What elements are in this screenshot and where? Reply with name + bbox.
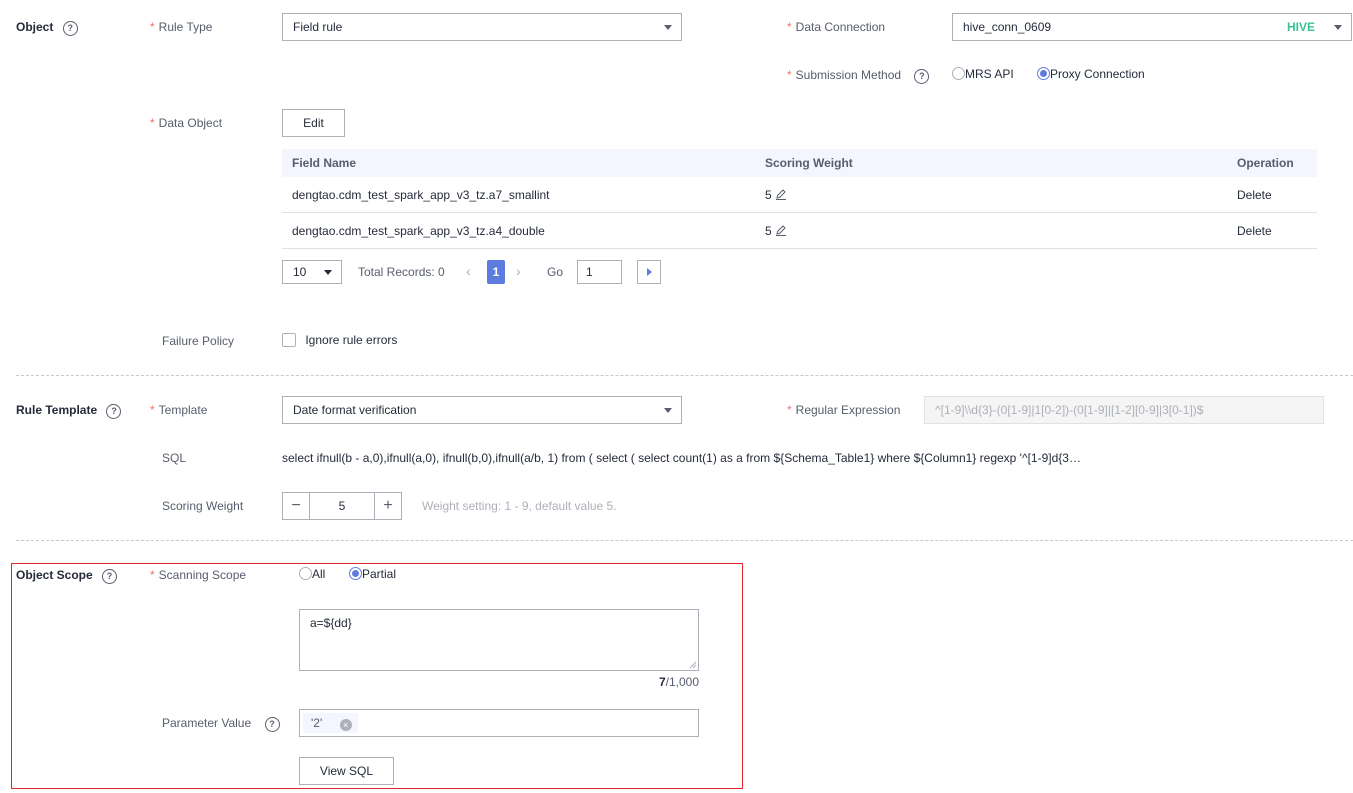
- object-scope-section-title: Object Scope ?: [16, 568, 118, 584]
- radio-all[interactable]: All: [299, 567, 325, 581]
- plus-icon[interactable]: +: [374, 493, 401, 519]
- col-scoring-weight: Scoring Weight: [755, 149, 1227, 177]
- go-label: Go: [547, 265, 564, 279]
- radio-circle-selected[interactable]: [1037, 67, 1050, 80]
- regex-label: * Regular Expression: [787, 403, 901, 417]
- required-marker: *: [150, 568, 155, 582]
- radio-circle-selected[interactable]: [349, 567, 362, 580]
- play-arrow-icon: [647, 268, 652, 276]
- col-operation: Operation: [1227, 149, 1317, 177]
- parameter-tag: '2' ×: [303, 713, 358, 733]
- radio-mrs-api[interactable]: MRS API: [952, 67, 1014, 81]
- scoring-weight-stepper[interactable]: − 5 +: [282, 492, 402, 520]
- rule-template-section-title: Rule Template ?: [16, 403, 122, 419]
- submission-help-icon[interactable]: ?: [914, 69, 930, 84]
- section-divider: [16, 540, 1353, 541]
- data-connection-select[interactable]: hive_conn_0609 HIVE: [952, 13, 1352, 41]
- sql-label: SQL: [162, 451, 187, 465]
- data-connection-label: * Data Connection: [787, 20, 886, 34]
- required-marker: *: [787, 20, 792, 34]
- section-divider: [16, 375, 1353, 376]
- view-sql-button[interactable]: View SQL: [299, 757, 394, 785]
- radio-proxy-connection[interactable]: Proxy Connection: [1037, 67, 1145, 81]
- scope-textarea[interactable]: a=${dd}: [299, 609, 699, 671]
- submission-method-label: * Submission Method ?: [787, 68, 930, 84]
- parameter-value-input[interactable]: '2' ×: [299, 709, 699, 737]
- rule-type-select[interactable]: Field rule: [282, 13, 682, 41]
- delete-link[interactable]: Delete: [1227, 212, 1317, 249]
- field-name-cell: dengtao.cdm_test_spark_app_v3_tz.a4_doub…: [282, 212, 755, 249]
- page-size-select[interactable]: 10: [282, 260, 342, 284]
- sql-text: select ifnull(b - a,0),ifnull(a,0), ifnu…: [282, 451, 1081, 465]
- tag-close-icon[interactable]: ×: [339, 719, 352, 731]
- template-select[interactable]: Date format verification: [282, 396, 682, 424]
- prev-page-icon[interactable]: ‹: [466, 263, 471, 279]
- weight-hint: Weight setting: 1 - 9, default value 5.: [422, 499, 617, 513]
- required-marker: *: [787, 68, 792, 82]
- required-marker: *: [150, 116, 155, 130]
- data-object-table: Field Name Scoring Weight Operation deng…: [282, 149, 1317, 249]
- object-section-title: Object ?: [16, 20, 78, 36]
- object-help-icon[interactable]: ?: [62, 21, 78, 36]
- hive-badge: HIVE: [1286, 20, 1315, 34]
- scoring-weight-value[interactable]: 5: [310, 493, 374, 519]
- template-label: * Template: [150, 403, 208, 417]
- radio-circle[interactable]: [952, 67, 965, 80]
- chevron-down-icon: [664, 25, 672, 30]
- chevron-down-icon: [324, 270, 332, 275]
- parameter-help-icon[interactable]: ?: [264, 717, 280, 732]
- radio-circle[interactable]: [299, 567, 312, 580]
- ignore-errors-checkbox[interactable]: [282, 333, 296, 347]
- chevron-down-icon: [1334, 25, 1342, 30]
- page-button-current[interactable]: 1: [487, 260, 505, 284]
- regex-input[interactable]: ^[1-9]\\d{3}-(0[1-9]|1[0-2])-(0[1-9]|[1-…: [924, 396, 1324, 424]
- table-row: dengtao.cdm_test_spark_app_v3_tz.a4_doub…: [282, 212, 1317, 249]
- scanning-scope-label: * Scanning Scope: [150, 568, 247, 582]
- ignore-errors-checkbox-group[interactable]: Ignore rule errors: [282, 333, 397, 347]
- required-marker: *: [150, 403, 155, 417]
- minus-icon[interactable]: −: [283, 493, 310, 519]
- data-object-label: * Data Object: [150, 116, 223, 130]
- rule-template-help-icon[interactable]: ?: [106, 404, 122, 419]
- radio-partial[interactable]: Partial: [349, 567, 396, 581]
- chevron-down-icon: [664, 408, 672, 413]
- char-counter: 7/1,000: [658, 675, 699, 689]
- failure-policy-label: Failure Policy: [162, 334, 235, 348]
- go-button[interactable]: [637, 260, 661, 284]
- object-scope-help-icon[interactable]: ?: [102, 569, 118, 584]
- required-marker: *: [787, 403, 792, 417]
- total-records: Total Records: 0: [358, 265, 445, 279]
- weight-cell: 5: [755, 177, 1227, 213]
- required-marker: *: [150, 20, 155, 34]
- rule-type-label: * Rule Type: [150, 20, 213, 34]
- parameter-value-label: Parameter Value ?: [162, 716, 280, 732]
- edit-button[interactable]: Edit: [282, 109, 345, 137]
- edit-pencil-icon[interactable]: [775, 224, 787, 236]
- col-field-name: Field Name: [282, 149, 755, 177]
- scoring-weight-label: Scoring Weight: [162, 499, 244, 513]
- edit-pencil-icon[interactable]: [775, 188, 787, 200]
- table-row: dengtao.cdm_test_spark_app_v3_tz.a7_smal…: [282, 177, 1317, 213]
- next-page-icon[interactable]: ›: [516, 263, 521, 279]
- delete-link[interactable]: Delete: [1227, 177, 1317, 213]
- field-name-cell: dengtao.cdm_test_spark_app_v3_tz.a7_smal…: [282, 177, 755, 213]
- go-page-input[interactable]: [577, 260, 622, 284]
- table-header-row: Field Name Scoring Weight Operation: [282, 149, 1317, 177]
- resize-handle-icon[interactable]: [689, 661, 697, 669]
- weight-cell: 5: [755, 212, 1227, 249]
